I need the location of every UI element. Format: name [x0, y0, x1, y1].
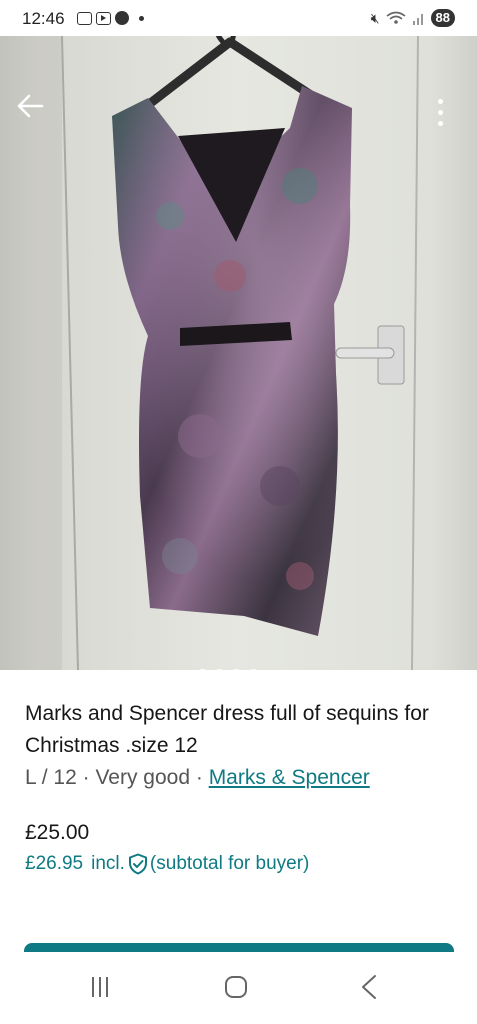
buyer-price: £26.95	[25, 853, 84, 874]
more-dot-icon	[437, 120, 443, 126]
screenshot-icon	[77, 11, 92, 25]
status-time: 12:46	[22, 9, 65, 28]
buyer-note: (subtotal for buyer)	[149, 853, 310, 874]
status-bar: 12:46 🔇︎ 88	[0, 0, 477, 36]
size-label: L / 12	[25, 766, 77, 789]
carousel-dot[interactable]	[248, 669, 259, 670]
signal-icon	[412, 14, 423, 25]
carousel-dot[interactable]	[214, 669, 225, 670]
arrow-left-icon	[17, 94, 44, 118]
listing-meta: L / 12 · Very good · Marks & Spencer	[25, 762, 370, 794]
dress-image	[0, 36, 477, 670]
more-dot-icon	[437, 109, 443, 115]
nav-back-button[interactable]	[360, 974, 378, 1000]
condition-label: Very good	[95, 766, 191, 789]
buyer-protection-price[interactable]: £26.95 incl. (subtotal for buyer)	[25, 849, 309, 879]
home-button[interactable]	[225, 976, 247, 998]
carousel-indicator	[197, 669, 271, 670]
wifi-icon	[386, 11, 406, 24]
back-button[interactable]	[16, 94, 52, 130]
separator: ·	[190, 766, 209, 789]
dot-icon	[139, 15, 144, 21]
brand-link[interactable]: Marks & Spencer	[209, 766, 370, 789]
carousel-dot[interactable]	[197, 669, 208, 670]
recent-apps-button[interactable]	[92, 977, 108, 997]
more-options-button[interactable]	[428, 92, 452, 132]
shield-check-icon	[128, 853, 147, 875]
messenger-icon	[115, 11, 129, 25]
carousel-dot[interactable]	[231, 669, 242, 670]
product-photo[interactable]	[0, 36, 477, 670]
battery-icon: 88	[430, 9, 455, 27]
more-dot-icon	[437, 98, 443, 104]
system-icons: 🔇︎ 88	[371, 9, 455, 27]
youtube-icon	[96, 11, 111, 25]
buyer-incl-label: incl.	[91, 853, 125, 874]
notification-icons	[77, 11, 144, 25]
separator: ·	[76, 766, 96, 789]
system-navigation-bar	[0, 952, 477, 1024]
item-price: £25.00	[25, 821, 90, 844]
listing-title: Marks and Spencer dress full of sequins …	[25, 702, 429, 757]
mute-icon: 🔇︎	[370, 9, 380, 26]
